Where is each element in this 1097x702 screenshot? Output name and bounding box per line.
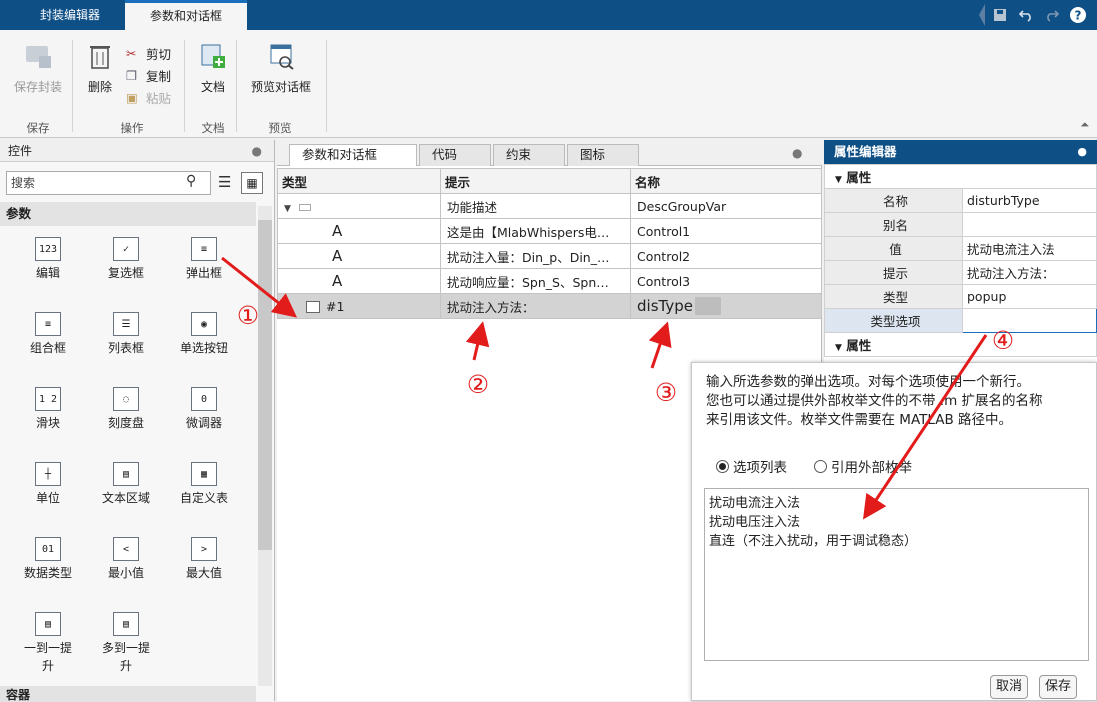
arrow-2: [465, 321, 490, 361]
annotation-4: ④: [991, 326, 1015, 355]
annotation-2: ②: [466, 370, 490, 399]
annotation-1: ①: [236, 301, 260, 330]
arrow-3: [648, 321, 672, 369]
annotation-3: ③: [654, 378, 678, 407]
arrow-4: [863, 334, 988, 520]
annotation-arrows: [221, 256, 988, 520]
